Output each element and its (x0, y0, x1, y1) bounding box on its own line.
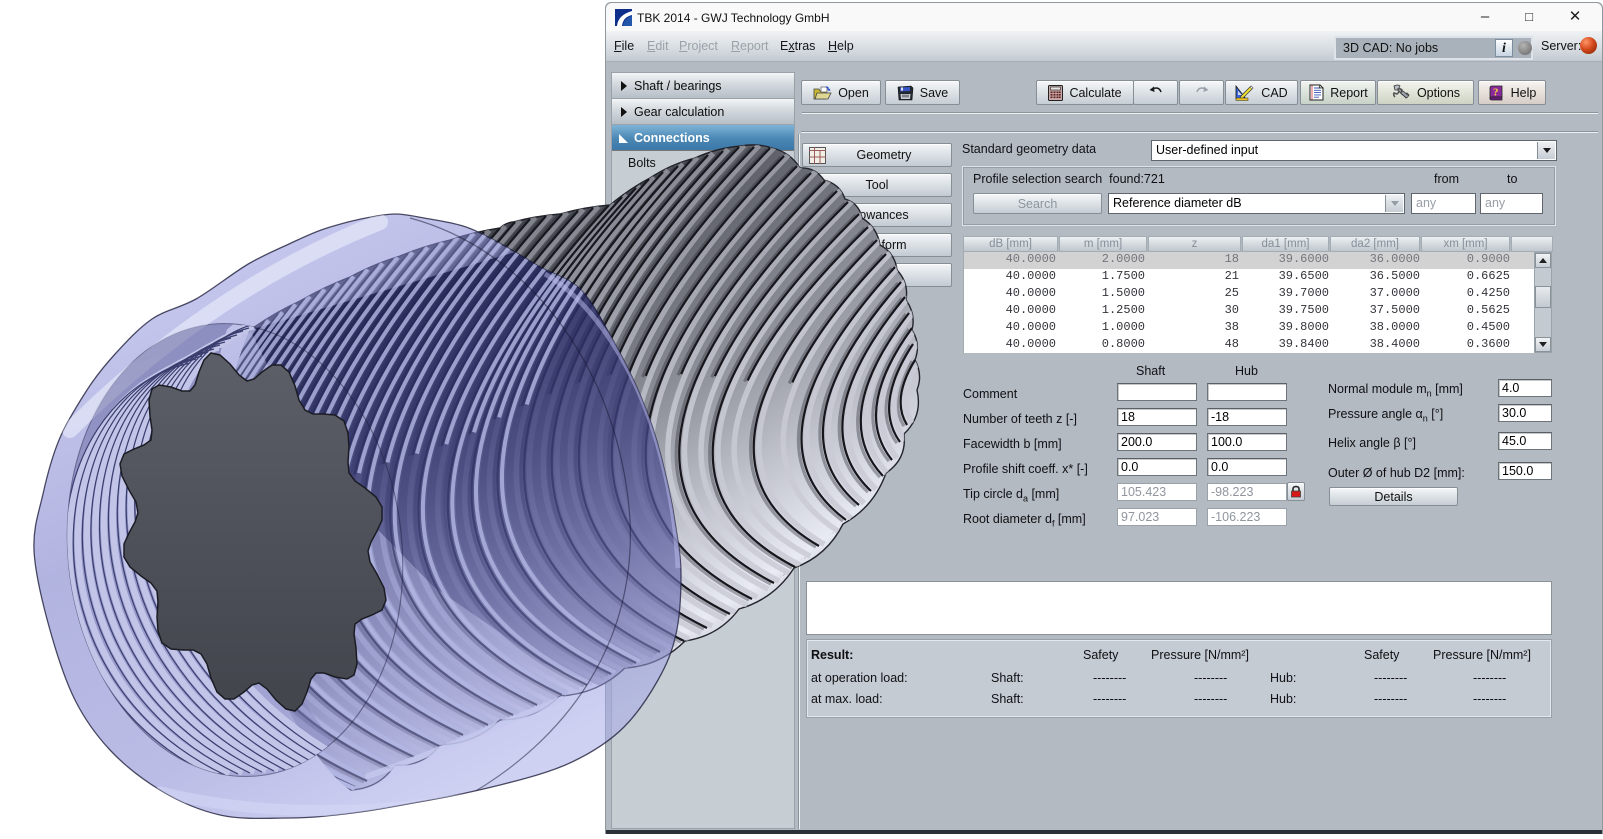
svg-text:?: ? (1493, 86, 1499, 98)
